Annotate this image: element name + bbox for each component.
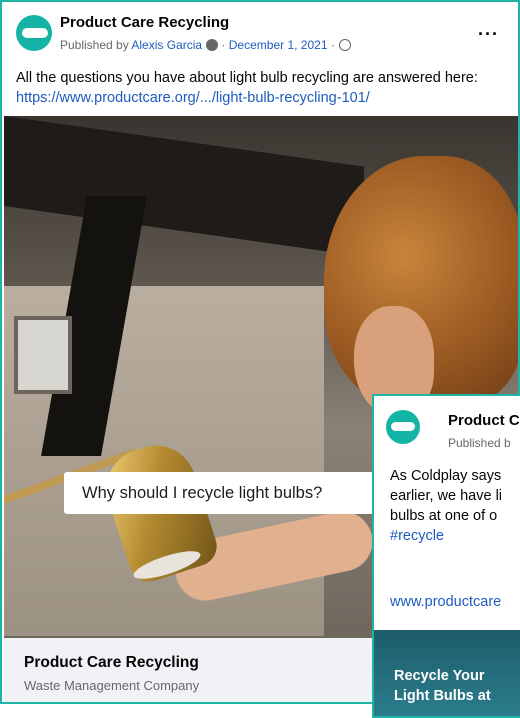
background-window [14, 316, 72, 394]
ceiling-beam [4, 116, 364, 257]
published-prefix: Published by [60, 38, 132, 52]
second-image-line-2: Light Bulbs at [394, 688, 491, 704]
post-caption: All the questions you have about light b… [16, 68, 506, 108]
caption-link[interactable]: https://www.productcare.org/.../light-bu… [16, 90, 370, 106]
second-page-name[interactable]: Product C [448, 412, 520, 429]
footer-title: Product Care Recycling [24, 654, 199, 671]
second-post-meta: Published b [448, 436, 511, 450]
hashtag-link[interactable]: #recycle [390, 526, 520, 546]
second-text-line-2: earlier, we have li [390, 488, 503, 504]
page-name[interactable]: Product Care Recycling [60, 14, 229, 31]
footer-subtitle: Waste Management Company [24, 678, 200, 693]
avatar-logo-shape [22, 28, 48, 38]
post-meta: Published by Alexis Garcia · December 1,… [60, 38, 351, 52]
author-link[interactable]: Alexis Garcia [131, 38, 202, 52]
verified-icon [206, 39, 219, 51]
second-post-link[interactable]: www.productcare [390, 594, 501, 610]
second-post-card: Product C Published b As Coldplay says e… [372, 394, 520, 718]
second-text-line-3: bulbs at one of o [390, 508, 498, 524]
avatar2-logo-shape [391, 422, 415, 431]
caption-text: All the questions you have about light b… [16, 70, 478, 86]
second-post-image[interactable]: Recycle Your Light Bulbs at [374, 630, 520, 716]
second-page-avatar[interactable] [386, 410, 420, 444]
meta-separator: · [221, 38, 226, 52]
second-image-line-1: Recycle Your [394, 668, 485, 684]
search-query: Why should I recycle light bulbs? [82, 484, 323, 502]
post-header: Product Care Recycling Published by Alex… [2, 2, 518, 66]
globe-icon [338, 39, 351, 51]
page-avatar[interactable] [16, 15, 52, 51]
more-options-button[interactable]: ··· [478, 24, 499, 45]
post-date-link[interactable]: December 1, 2021 [229, 38, 328, 52]
second-post-text: As Coldplay says earlier, we have li bul… [390, 466, 520, 546]
meta-separator-2: · [330, 38, 335, 52]
second-image-text: Recycle Your Light Bulbs at [394, 666, 491, 706]
second-text-line-1: As Coldplay says [390, 468, 502, 484]
